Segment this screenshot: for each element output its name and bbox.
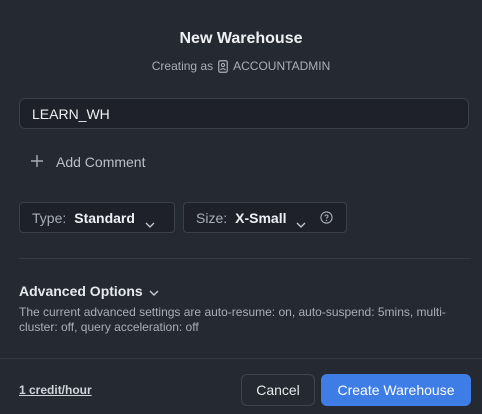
size-select[interactable]: Size: X-Small <box>183 202 347 233</box>
advanced-options-toggle[interactable]: Advanced Options <box>19 283 159 299</box>
advanced-options-description: The current advanced settings are auto-r… <box>19 305 446 334</box>
type-select[interactable]: Type: Standard <box>19 202 175 233</box>
type-select-value: Standard <box>74 209 135 226</box>
cancel-button[interactable]: Cancel <box>241 374 315 406</box>
advanced-options-title: Advanced Options <box>19 283 143 299</box>
new-warehouse-dialog: New Warehouse Creating as ACCOUNTADMIN A… <box>0 0 482 414</box>
subtitle-prefix: Creating as <box>151 59 214 73</box>
credit-rate-link[interactable]: 1 credit/hour <box>19 383 92 397</box>
size-select-value: X-Small <box>235 209 287 226</box>
size-select-label: Size: <box>196 209 228 226</box>
warehouse-name-input[interactable] <box>19 98 469 129</box>
section-divider <box>19 258 471 259</box>
role-name: ACCOUNTADMIN <box>233 59 331 73</box>
footer-divider <box>0 358 482 359</box>
dialog-subtitle: Creating as ACCOUNTADMIN <box>0 59 482 73</box>
add-comment-button[interactable]: Add Comment <box>30 150 145 174</box>
create-warehouse-button[interactable]: Create Warehouse <box>321 374 471 406</box>
dialog-title: New Warehouse <box>179 30 303 47</box>
chevron-down-icon <box>145 215 155 228</box>
add-comment-label: Add Comment <box>56 154 146 170</box>
user-badge-icon <box>218 59 228 73</box>
info-circle-icon[interactable] <box>320 211 334 224</box>
plus-icon <box>30 152 44 172</box>
chevron-down-icon <box>149 283 159 299</box>
chevron-down-icon <box>296 215 306 228</box>
type-select-label: Type: <box>32 209 67 226</box>
